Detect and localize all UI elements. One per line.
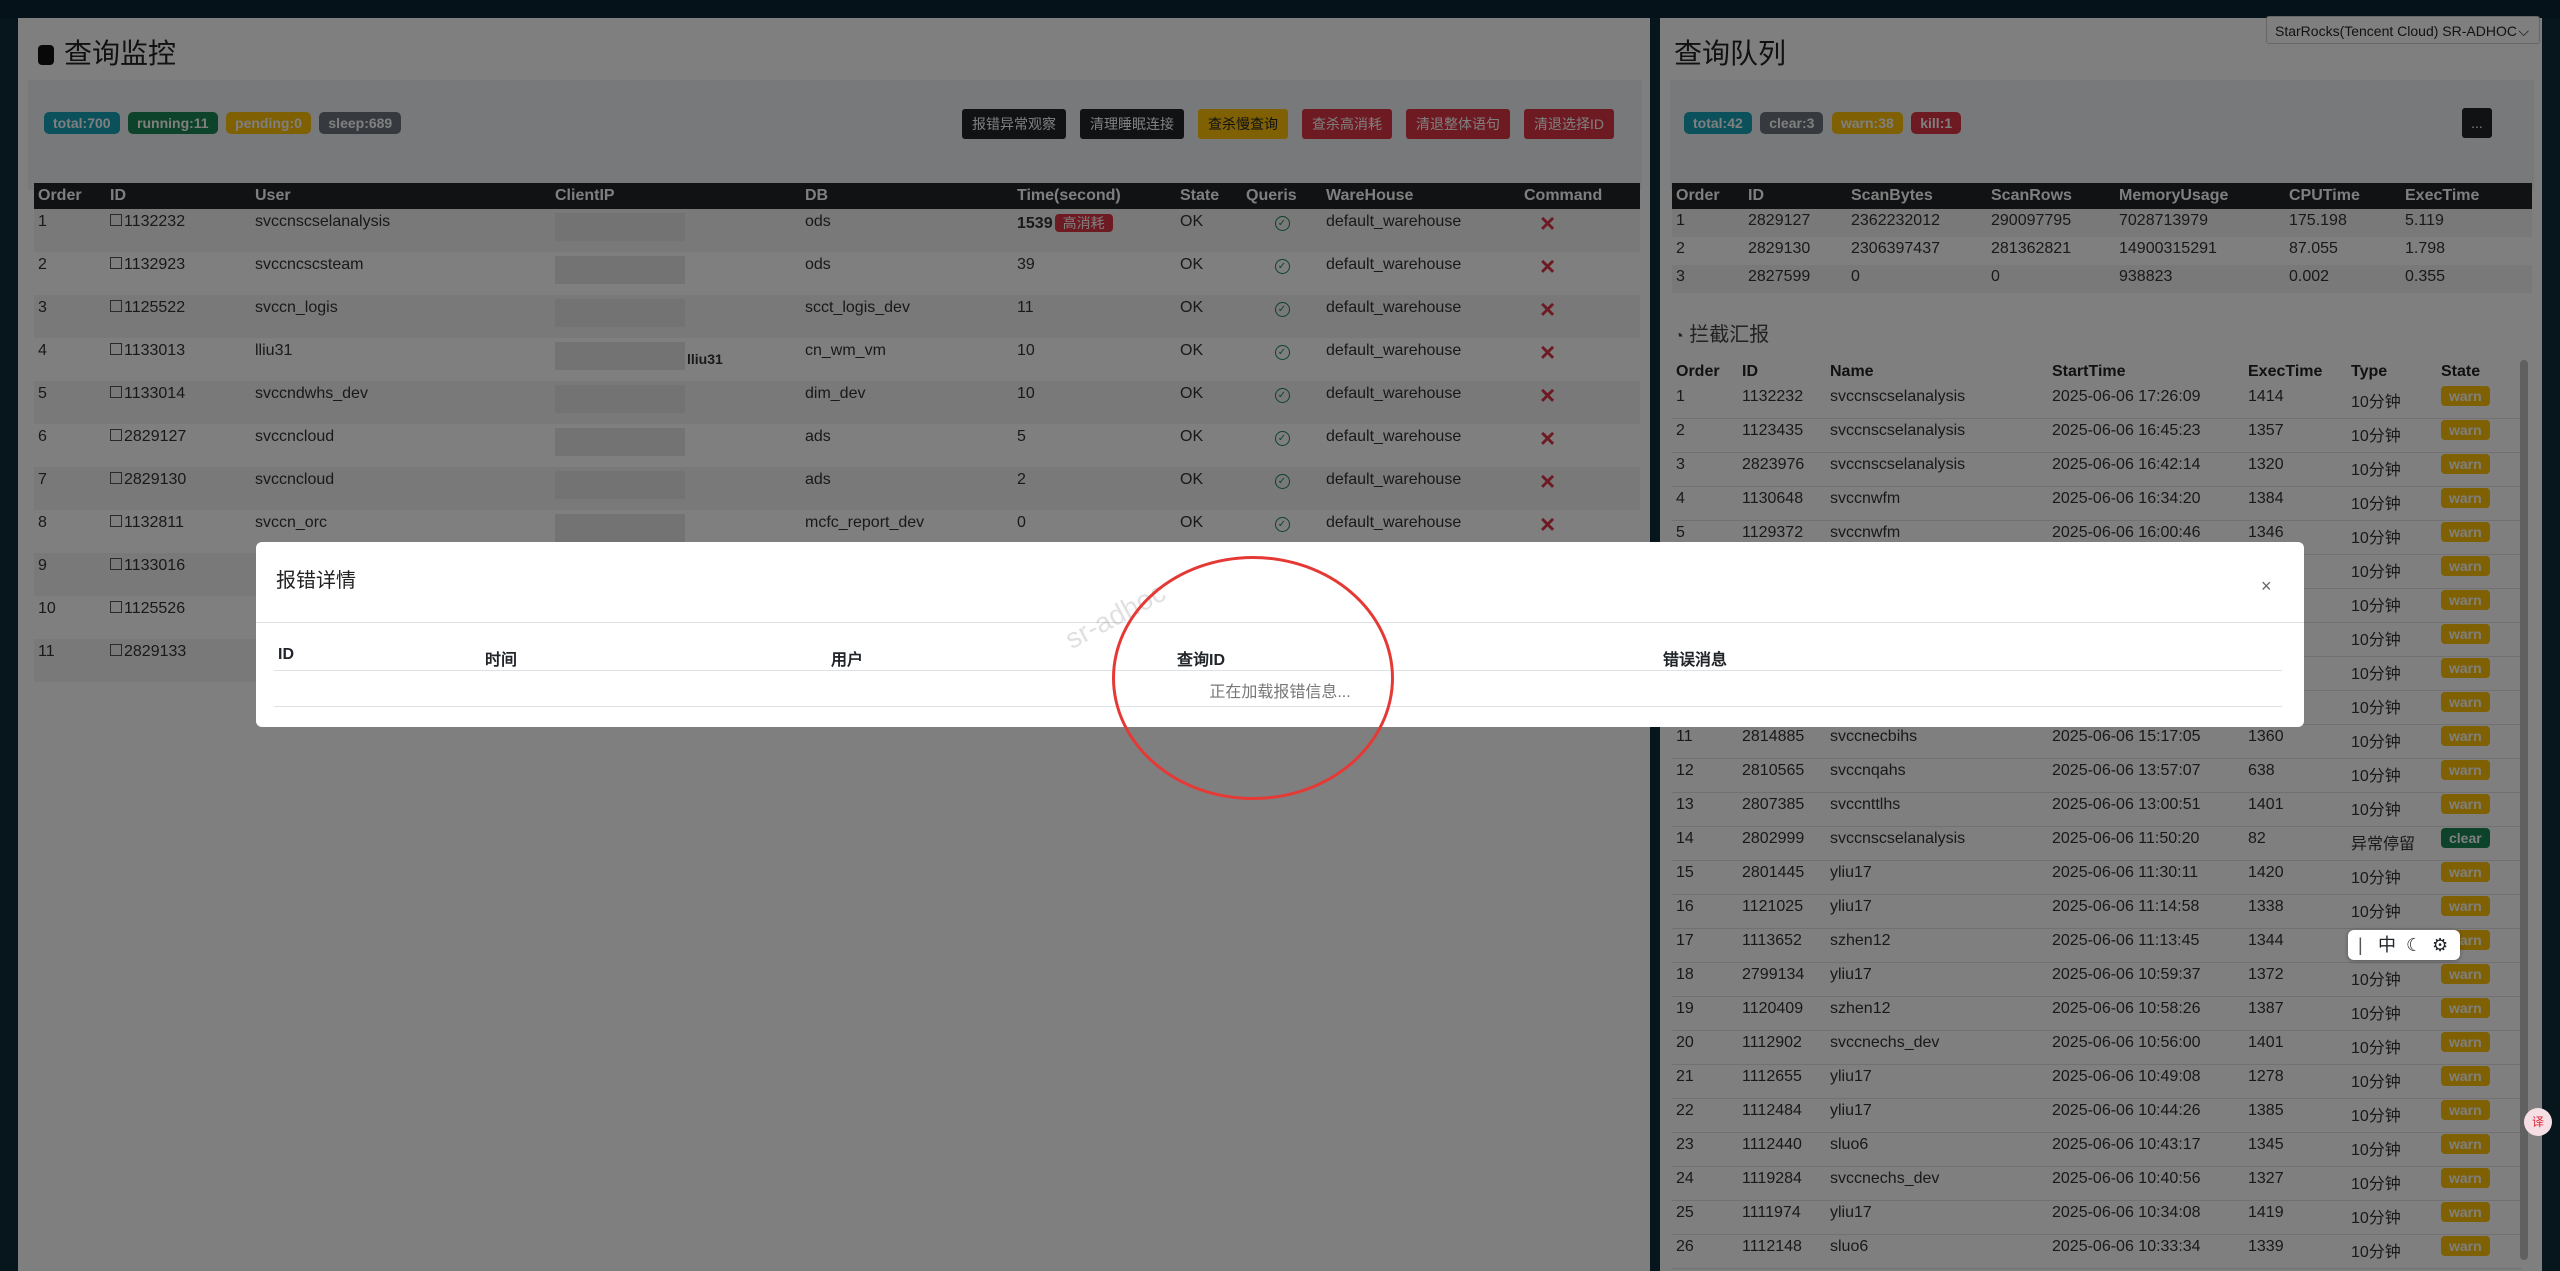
moon-icon[interactable]: ☾: [2406, 930, 2422, 960]
ime-cursor-icon: |: [2358, 935, 2363, 955]
close-icon[interactable]: ×: [2261, 576, 2272, 597]
error-detail-modal: 报错详情 × ID 时间 用户 查询ID 错误消息 正在加载报错信息... sr…: [256, 542, 2304, 800]
gear-icon[interactable]: ⚙: [2432, 930, 2448, 960]
col-error-message: 错误消息: [1663, 652, 1728, 669]
translate-icon[interactable]: 译: [2524, 1108, 2552, 1136]
ime-toolbar[interactable]: | 中 ☾ ⚙: [2348, 930, 2460, 960]
col-time: 时间: [485, 652, 518, 669]
ime-lang-toggle[interactable]: 中: [2378, 930, 2396, 960]
modal-title: 报错详情: [276, 570, 356, 592]
annotation-circle: [1112, 556, 1394, 800]
col-user: 用户: [831, 652, 864, 669]
col-id: ID: [278, 646, 294, 663]
